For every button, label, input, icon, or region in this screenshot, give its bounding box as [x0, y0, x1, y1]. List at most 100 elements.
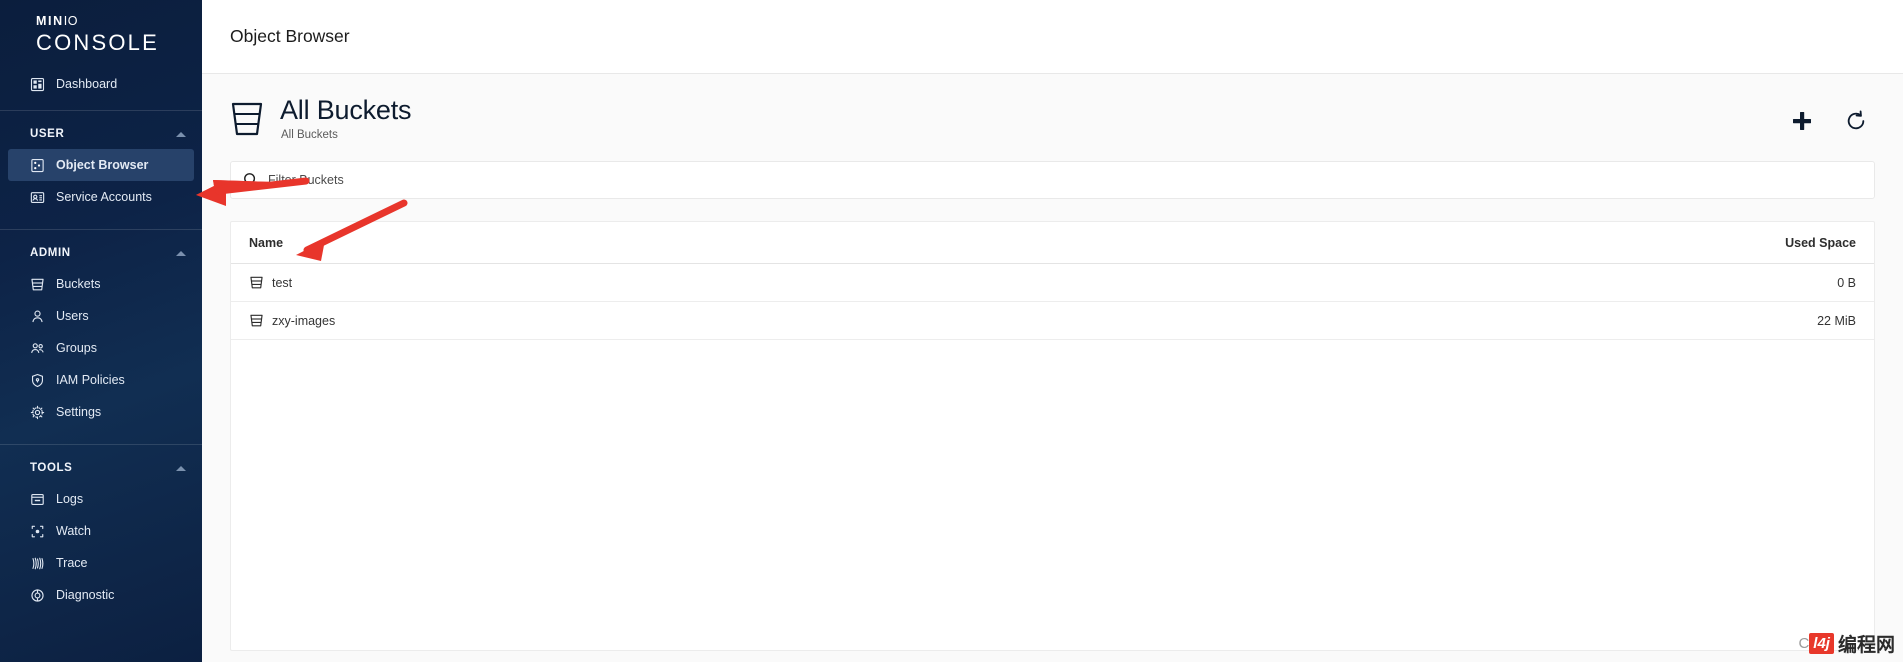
bucket-icon — [250, 276, 263, 289]
cell-used-space: 0 B — [1052, 263, 1874, 302]
bucket-icon — [30, 276, 52, 292]
gear-icon — [30, 404, 52, 420]
sidebar-item-label: Trace — [56, 556, 88, 570]
bucket-icon — [250, 314, 263, 327]
cell-used-space: 22 MiB — [1052, 301, 1874, 340]
search-input[interactable] — [268, 173, 1736, 187]
object-browser-icon — [31, 158, 44, 172]
shield-icon — [30, 372, 52, 388]
logo-minio: MINIO — [36, 14, 202, 29]
logs-icon — [31, 493, 44, 505]
column-header-name[interactable]: Name — [231, 222, 1053, 264]
diagnostic-icon — [31, 588, 44, 602]
table-row[interactable]: test 0 B — [231, 263, 1874, 302]
sidebar-nav: Dashboard USER Object Browser Service Accou… — [0, 68, 202, 617]
cell-bucket-name[interactable]: zxy-images — [231, 301, 1053, 340]
buckets-table: Name Used Space test 0 B zxy-images 22 MiB — [231, 222, 1874, 340]
logo-console: CONSOLE — [36, 30, 159, 55]
table-head: Name Used Space — [231, 222, 1874, 264]
brand-logo[interactable]: MINIO CONSOLE — [0, 0, 202, 56]
minio-console-app: MINIO CONSOLE Dashboard USER Object Browse… — [0, 0, 1903, 662]
sidebar-divider — [0, 229, 202, 230]
sidebar-item-logs[interactable]: Logs — [8, 483, 194, 515]
refresh-button[interactable] — [1843, 108, 1869, 134]
sidebar-item-label: Service Accounts — [56, 190, 152, 204]
sidebar-item-label: Logs — [56, 492, 84, 506]
shield-icon — [31, 373, 44, 387]
main-content: Object Browser All Buckets All Buckets F… — [202, 0, 1903, 662]
sidebar-item-trace[interactable]: Trace — [8, 547, 194, 579]
filter-bar[interactable] — [230, 161, 1875, 199]
sidebar-item-label: Buckets — [56, 277, 101, 291]
bucket-name-label: test — [272, 275, 293, 290]
sidebar-group-user[interactable]: USER — [0, 119, 202, 149]
sidebar-item-label: Object Browser — [56, 158, 149, 172]
bucket-name-label: zxy-images — [272, 313, 336, 328]
bucket-icon — [31, 278, 44, 290]
watch-icon — [31, 525, 44, 537]
sidebar-group-admin[interactable]: ADMIN — [0, 238, 202, 268]
page-header-text: All Buckets All Buckets — [280, 94, 412, 141]
user-icon — [30, 308, 52, 324]
trace-icon — [32, 557, 44, 569]
sidebar-group-label: TOOLS — [30, 462, 73, 474]
sidebar-item-groups[interactable]: Groups — [8, 332, 194, 364]
sidebar-item-users[interactable]: Users — [8, 300, 194, 332]
table-body: test 0 B zxy-images 22 MiB — [231, 263, 1874, 340]
logo-minio-pre: MIN — [36, 14, 64, 28]
dashboard-icon — [30, 76, 52, 92]
sidebar-group-label: ADMIN — [30, 247, 71, 259]
chevron-up-icon[interactable] — [176, 250, 186, 256]
chevron-up-icon[interactable] — [176, 131, 186, 137]
watermark-text: 编程网 — [1837, 634, 1895, 656]
sidebar-item-object-browser[interactable]: Object Browser — [8, 149, 194, 181]
service-accounts-icon — [30, 189, 52, 205]
logs-icon — [30, 491, 52, 507]
bucket-icon — [249, 275, 264, 290]
search-icon — [243, 172, 259, 188]
buckets-table-card: Name Used Space test 0 B zxy-images 22 MiB — [230, 221, 1875, 651]
topbar: Object Browser — [202, 0, 1903, 74]
watch-icon — [30, 523, 52, 539]
trace-icon — [30, 555, 52, 571]
user-icon — [32, 310, 43, 322]
sidebar-item-iam-policies[interactable]: IAM Policies — [8, 364, 194, 396]
refresh-icon — [1847, 110, 1865, 130]
sidebar-item-dashboard[interactable]: Dashboard — [8, 68, 194, 100]
dashboard-icon — [30, 77, 45, 91]
sidebar-group-tools[interactable]: TOOLS — [0, 453, 202, 483]
table-row[interactable]: zxy-images 22 MiB — [231, 301, 1874, 340]
sidebar-item-label: Dashboard — [56, 77, 118, 91]
sidebar-divider — [0, 444, 202, 445]
sidebar-item-watch[interactable]: Watch — [8, 515, 194, 547]
groups-icon — [30, 340, 52, 356]
table-header-row: Name Used Space — [231, 222, 1874, 264]
sidebar-item-settings[interactable]: Settings — [8, 396, 194, 428]
gear-icon — [30, 405, 45, 419]
bucket-icon — [249, 313, 264, 328]
page-header-left: All Buckets All Buckets — [230, 94, 412, 143]
page-header-title: All Buckets — [280, 95, 412, 125]
object-browser-icon — [30, 157, 52, 173]
column-header-used-space[interactable]: Used Space — [1052, 222, 1874, 264]
sidebar-item-label: Users — [56, 309, 89, 323]
add-bucket-button[interactable] — [1789, 108, 1815, 134]
sidebar-group-label: USER — [30, 128, 65, 140]
page-header-actions — [1789, 94, 1875, 134]
sidebar-item-label: Diagnostic — [56, 588, 115, 602]
sidebar-item-label: Settings — [56, 405, 102, 419]
watermark: CS l4j 编程网 — [1798, 630, 1895, 656]
sidebar-item-label: IAM Policies — [56, 373, 125, 387]
plus-icon — [1793, 112, 1811, 130]
sidebar-item-label: Watch — [56, 524, 91, 538]
sidebar-item-buckets[interactable]: Buckets — [8, 268, 194, 300]
diagnostic-icon — [30, 587, 52, 603]
page-header-subtitle: All Buckets — [281, 129, 338, 141]
page-title: Object Browser — [230, 26, 350, 46]
cell-bucket-name[interactable]: test — [231, 263, 1053, 302]
logo-minio-post: IO — [63, 14, 78, 28]
chevron-up-icon[interactable] — [176, 465, 186, 471]
sidebar-item-service-accounts[interactable]: Service Accounts — [8, 181, 194, 213]
sidebar-item-diagnostic[interactable]: Diagnostic — [8, 579, 194, 611]
groups-icon — [31, 342, 44, 353]
